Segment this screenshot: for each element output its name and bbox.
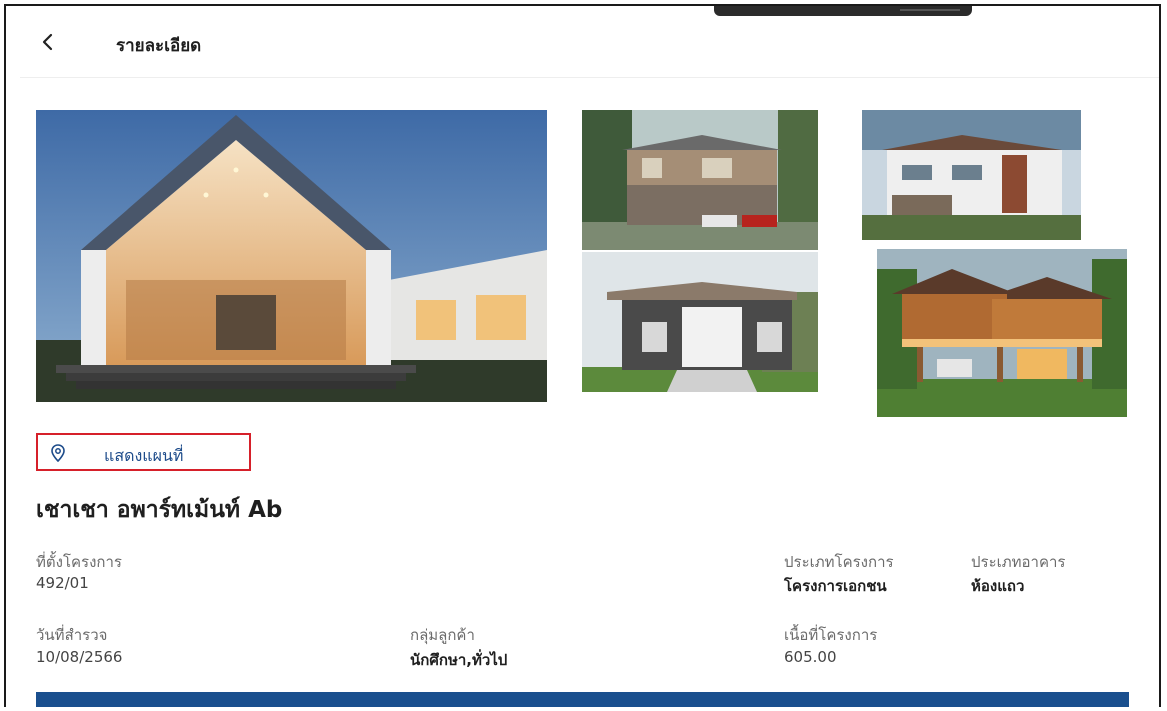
project-name: เชาเชา อพาร์ทเม้นท์ Ab: [36, 497, 283, 523]
customer-group-value: นักศึกษา,ทั่วไป: [410, 651, 508, 669]
building-type-value: ห้องแถว: [971, 577, 1025, 595]
house-photo-4[interactable]: [862, 110, 1081, 240]
survey-date-label: วันที่สำรวจ: [36, 626, 108, 644]
house-photo-2[interactable]: [582, 110, 818, 250]
building-type-label: ประเภทอาคาร: [971, 553, 1066, 571]
location-label: ที่ตั้งโครงการ: [36, 553, 122, 571]
page-header: รายละเอียด: [20, 6, 1159, 78]
area-label: เนื้อที่โครงการ: [784, 626, 878, 644]
survey-date-value: 10/08/2566: [36, 648, 123, 666]
house-photo-3[interactable]: [582, 252, 818, 392]
show-map-button[interactable]: แสดงแผนที่: [36, 433, 251, 471]
project-type-label: ประเภทโครงการ: [784, 553, 894, 571]
area-value: 605.00: [784, 648, 837, 666]
project-type-value: โครงการเอกชน: [784, 577, 887, 595]
chevron-left-icon: [42, 33, 53, 51]
back-button[interactable]: [36, 30, 60, 54]
house-main-photo[interactable]: [36, 110, 547, 402]
show-map-label: แสดงแผนที่: [104, 446, 184, 465]
house-photo-5[interactable]: [877, 249, 1127, 417]
map-pin-icon: [51, 444, 65, 462]
page-title: รายละเอียด: [116, 36, 202, 56]
customer-group-label: กลุ่มลูกค้า: [410, 626, 475, 644]
bottom-action-bar[interactable]: [36, 692, 1129, 707]
location-value: 492/01: [36, 574, 89, 592]
app-window: รายละเอียด แสดงแผนที่ เชาเชา อพาร์ทเม้นท…: [4, 4, 1161, 707]
